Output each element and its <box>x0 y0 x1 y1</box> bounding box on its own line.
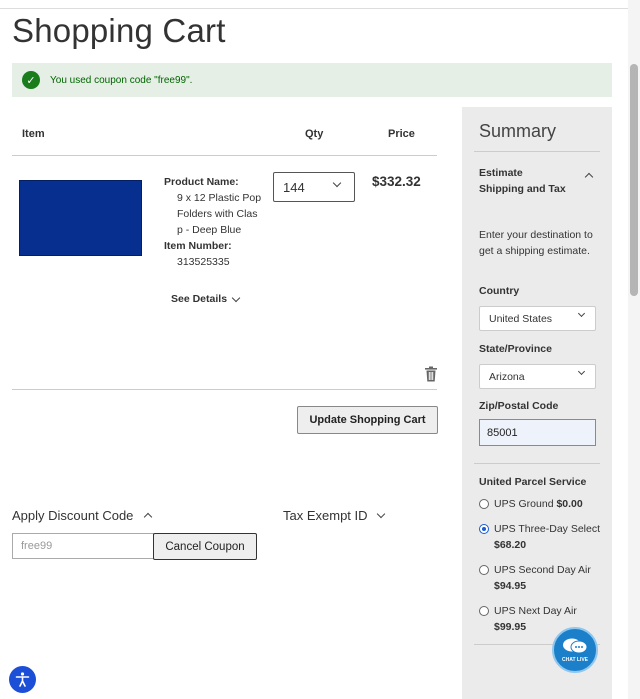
chevron-down-icon <box>376 509 385 519</box>
product-name[interactable]: 9 x 12 Plastic Pop Folders with Clasp - … <box>164 190 262 238</box>
option-name: UPS Ground <box>494 498 554 510</box>
update-cart-button[interactable]: Update Shopping Cart <box>297 406 438 434</box>
country-value: United States <box>489 312 553 325</box>
chevron-down-icon <box>332 178 342 188</box>
see-details-toggle[interactable]: See Details <box>171 293 241 305</box>
page-title: Shopping Cart <box>12 12 226 49</box>
discount-code-input[interactable]: free99 <box>12 533 154 559</box>
column-header-item: Item <box>22 128 45 140</box>
estimate-shipping-title[interactable]: Estimate Shipping and Tax <box>479 165 569 197</box>
country-label: Country <box>479 285 520 297</box>
check-icon: ✓ <box>22 71 40 89</box>
discount-code-toggle[interactable]: Apply Discount Code <box>12 508 153 523</box>
chevron-up-icon[interactable] <box>584 172 594 182</box>
product-image[interactable] <box>19 180 142 256</box>
see-details-label: See Details <box>171 293 228 305</box>
accessibility-figure-icon <box>15 672 30 687</box>
estimate-description: Enter your destination to get a shipping… <box>479 229 593 257</box>
option-price: $99.95 <box>494 621 527 633</box>
quantity-select[interactable]: 144 <box>273 172 355 202</box>
order-summary: Summary Estimate Shipping and Tax Enter … <box>462 107 612 699</box>
shipping-option-ups-ground[interactable]: UPS Ground $0.00 <box>479 496 605 512</box>
item-price: $332.32 <box>372 174 421 189</box>
state-label: State/Province <box>479 343 552 355</box>
radio-button[interactable] <box>479 565 489 575</box>
accessibility-icon[interactable] <box>9 666 36 693</box>
column-header-qty: Qty <box>305 128 324 140</box>
item-number-label: Item Number: <box>164 240 232 252</box>
shipping-option-ups-second-day[interactable]: UPS Second Day Air $94.95 <box>479 562 605 594</box>
state-value: Arizona <box>489 370 525 383</box>
page-scrollbar[interactable] <box>628 0 640 699</box>
summary-divider <box>474 463 600 464</box>
shipping-option-text: UPS Second Day Air $94.95 <box>494 562 591 594</box>
product-details: Product Name: 9 x 12 Plastic Pop Folders… <box>164 174 262 270</box>
notice-message: You used coupon code "free99". <box>50 74 193 86</box>
radio-button[interactable] <box>479 499 489 509</box>
option-price: $68.20 <box>494 539 527 551</box>
shipping-option-text: UPS Ground $0.00 <box>494 496 583 512</box>
state-select[interactable]: Arizona <box>479 364 596 389</box>
coupon-success-notice: ✓ You used coupon code "free99". <box>12 63 612 97</box>
country-select[interactable]: United States <box>479 306 596 331</box>
discount-title: Apply Discount Code <box>12 508 134 523</box>
summary-title: Summary <box>479 121 557 141</box>
product-name-label: Product Name: <box>164 176 239 188</box>
item-number: 313525335 <box>177 256 230 268</box>
chevron-down-icon <box>577 367 586 376</box>
radio-button[interactable] <box>479 606 489 616</box>
header-divider <box>12 155 437 156</box>
chat-live-button[interactable]: CHAT LIVE <box>552 627 598 673</box>
trash-icon[interactable] <box>424 366 438 382</box>
item-divider <box>12 389 437 390</box>
zip-input[interactable]: 85001 <box>479 419 596 446</box>
chat-bubble-icon <box>563 638 588 654</box>
quantity-value: 144 <box>283 179 305 195</box>
chat-live-label: CHAT LIVE <box>561 657 589 663</box>
cancel-coupon-button[interactable]: Cancel Coupon <box>153 533 257 560</box>
tax-exempt-title: Tax Exempt ID <box>283 508 368 523</box>
shipping-option-ups-three-day[interactable]: UPS Three-Day Select $68.20 <box>479 521 605 553</box>
option-name: UPS Three-Day Select <box>494 523 601 535</box>
tax-exempt-toggle[interactable]: Tax Exempt ID <box>283 508 385 523</box>
zip-label: Zip/Postal Code <box>479 400 559 412</box>
top-divider <box>0 8 628 9</box>
summary-divider <box>474 151 600 152</box>
option-name: UPS Second Day Air <box>494 564 591 576</box>
scrollbar-thumb[interactable] <box>630 64 638 296</box>
chevron-up-icon <box>144 512 153 522</box>
chevron-down-icon <box>577 309 586 318</box>
option-name: UPS Next Day Air <box>494 605 577 617</box>
chevron-down-icon <box>231 293 241 302</box>
option-price: $0.00 <box>556 498 583 510</box>
radio-button-selected[interactable] <box>479 524 489 534</box>
option-price: $94.95 <box>494 580 527 592</box>
carrier-title: United Parcel Service <box>479 476 587 488</box>
shipping-option-text: UPS Three-Day Select $68.20 <box>494 521 605 553</box>
column-header-price: Price <box>388 128 415 140</box>
